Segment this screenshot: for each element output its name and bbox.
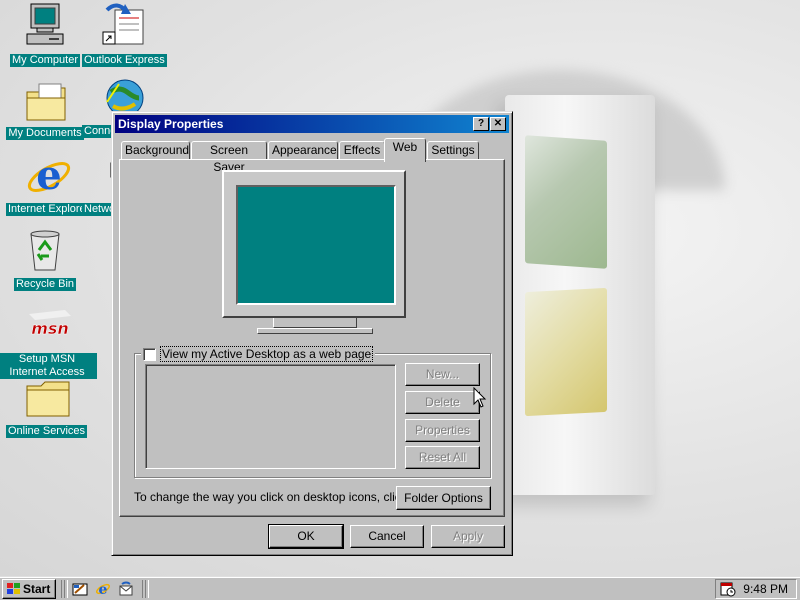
desktop-icon-my-documents[interactable]: My Documents: [6, 80, 84, 140]
taskbar-separator: [145, 580, 149, 598]
scheduler-icon[interactable]: [720, 581, 736, 597]
display-properties-window: Display Properties ? ✕ Background Screen…: [111, 111, 513, 556]
monitor-base: [257, 328, 373, 334]
tab-settings[interactable]: Settings: [427, 141, 479, 160]
window-titlebar[interactable]: Display Properties ? ✕: [115, 115, 509, 133]
system-tray: 9:48 PM: [715, 579, 797, 599]
recycle-bin-icon: [25, 228, 65, 271]
desktop-icon-label: My Computer: [9, 54, 81, 67]
windows-logo-icon: [7, 583, 20, 594]
desktop-icon-label: Outlook Express: [82, 54, 167, 67]
tab-web[interactable]: Web: [384, 138, 426, 162]
desktop-icon-online-services[interactable]: Online Services: [6, 378, 88, 438]
desktop-icon-setup-msn[interactable]: msn Setup MSN Internet Access: [0, 306, 97, 379]
desktop-icon-my-computer[interactable]: My Computer: [6, 2, 84, 67]
monitor-preview: [222, 170, 406, 318]
launch-outlook-express-icon[interactable]: [118, 581, 134, 597]
folder-icon: [25, 378, 70, 418]
start-button[interactable]: Start: [2, 579, 56, 599]
tab-effects[interactable]: Effects: [339, 141, 385, 160]
svg-text:e: e: [99, 582, 108, 597]
svg-text:e: e: [36, 153, 61, 199]
tab-background[interactable]: Background: [121, 141, 190, 160]
launch-internet-explorer-icon[interactable]: e: [95, 581, 111, 597]
monitor-screen: [236, 185, 396, 305]
svg-text:msn: msn: [31, 319, 69, 338]
close-button[interactable]: ✕: [490, 117, 506, 131]
mouse-cursor-icon: [473, 387, 487, 408]
reset-all-button[interactable]: Reset All: [405, 446, 480, 469]
desktop-icon-label: Recycle Bin: [13, 278, 77, 291]
internet-explorer-icon: e: [25, 152, 71, 199]
desktop-icon-outlook-express[interactable]: Outlook Express: [82, 2, 167, 67]
new-button[interactable]: New...: [405, 363, 480, 386]
outlook-express-icon: [101, 2, 144, 45]
help-button[interactable]: ?: [473, 117, 489, 131]
tab-appearance[interactable]: Appearance: [268, 141, 338, 160]
clock[interactable]: 9:48 PM: [743, 582, 788, 596]
active-desktop-items-list[interactable]: [145, 364, 396, 469]
start-label: Start: [23, 582, 51, 596]
show-desktop-icon[interactable]: [72, 581, 88, 597]
apply-button[interactable]: Apply: [431, 525, 505, 548]
taskbar: Start e 9:48 PM: [0, 576, 800, 600]
desktop-icon-label: My Documents: [6, 127, 84, 140]
msn-icon: msn: [25, 306, 71, 346]
active-desktop-checkbox-label[interactable]: View my Active Desktop as a web page: [160, 346, 374, 362]
folder-options-hint: To change the way you click on desktop i…: [134, 490, 411, 504]
folder-documents-icon: [25, 80, 66, 121]
wallpaper-glass-yellow: [525, 287, 607, 417]
active-desktop-checkbox[interactable]: [143, 347, 156, 361]
desktop-icon-label: Setup MSN Internet Access: [0, 353, 97, 379]
my-computer-icon: [25, 2, 65, 45]
desktop-icon-recycle-bin[interactable]: Recycle Bin: [6, 228, 84, 291]
monitor-neck: [273, 318, 357, 328]
window-title: Display Properties: [118, 117, 224, 131]
tab-screen-saver[interactable]: Screen Saver: [191, 141, 267, 174]
ok-button[interactable]: OK: [268, 524, 344, 549]
desktop-icon-label: Online Services: [6, 425, 88, 438]
folder-options-button[interactable]: Folder Options: [396, 486, 491, 510]
properties-button[interactable]: Properties: [405, 419, 480, 442]
cancel-button[interactable]: Cancel: [350, 525, 424, 548]
active-desktop-checkbox-row[interactable]: View my Active Desktop as a web page: [141, 346, 376, 362]
desktop-icon-internet-explorer[interactable]: e Internet Explorer: [6, 152, 92, 216]
delete-button[interactable]: Delete: [405, 391, 480, 414]
desktop-icon-label: Internet Explorer: [6, 203, 92, 216]
taskbar-separator: [64, 580, 68, 598]
wallpaper-glass-green: [525, 135, 607, 269]
desktop: My Computer Outlook Express My Documents…: [0, 0, 800, 576]
